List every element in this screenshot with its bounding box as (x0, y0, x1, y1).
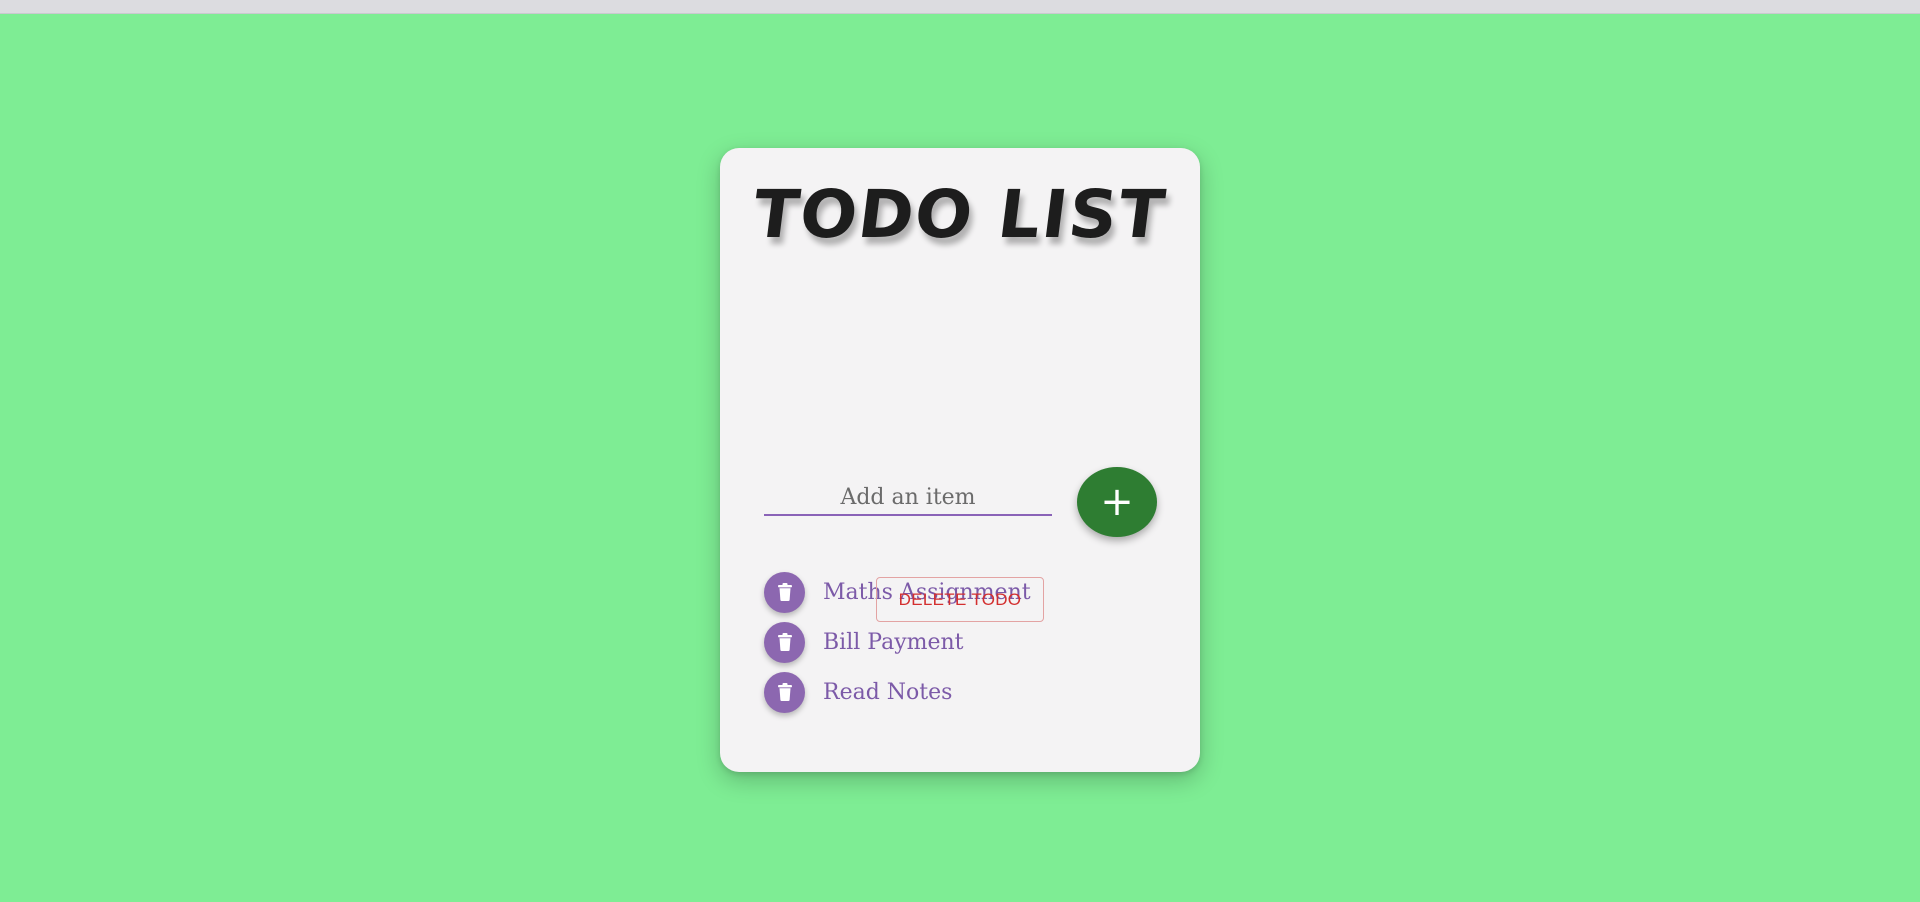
browser-top-strip (0, 0, 1920, 14)
trash-icon (777, 583, 792, 601)
delete-item-button[interactable] (764, 671, 805, 713)
todo-item-text: Read Notes (823, 679, 953, 705)
delete-item-button[interactable] (764, 621, 805, 663)
plus-icon: + (1100, 479, 1134, 525)
delete-todo-button[interactable]: DELETE TODO (876, 577, 1044, 622)
add-item-button[interactable]: + (1077, 467, 1157, 537)
delete-item-button[interactable] (764, 571, 805, 613)
add-item-input[interactable] (764, 480, 1052, 516)
page-title: TODO LIST (751, 176, 1169, 253)
trash-icon (777, 633, 792, 651)
trash-icon (777, 683, 792, 701)
todo-item-text: Bill Payment (823, 629, 964, 655)
todo-card: TODO LIST + Maths Assignment (720, 148, 1200, 772)
todo-item: Read Notes (764, 671, 1164, 713)
todo-item: Bill Payment (764, 621, 1164, 663)
